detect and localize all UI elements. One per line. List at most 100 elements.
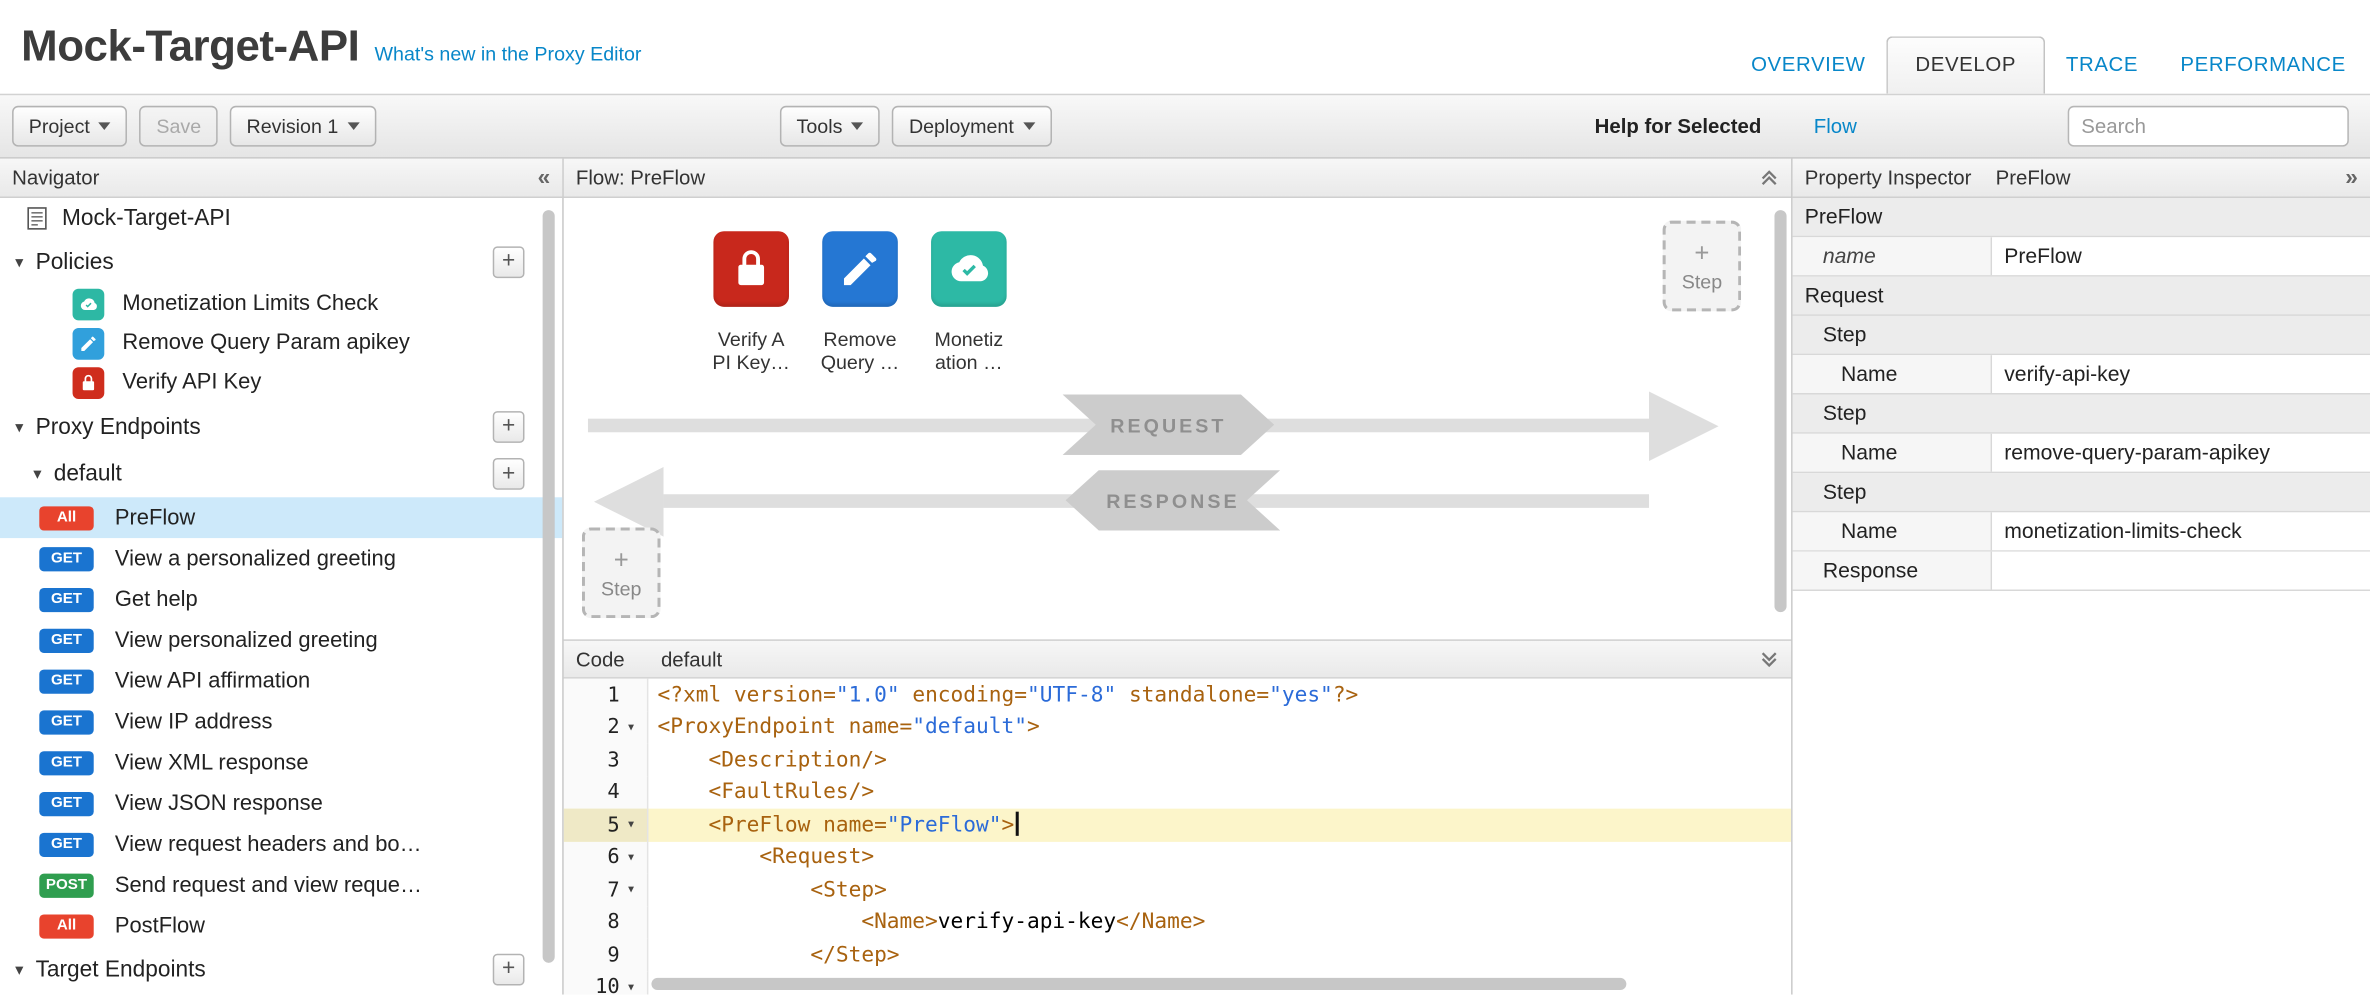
flow-item[interactable]: GETView request headers and bo… — [0, 824, 562, 865]
fold-caret-icon[interactable]: ▾ — [623, 979, 640, 994]
collapse-code-panel-icon[interactable] — [1759, 650, 1779, 670]
flow-item[interactable]: GETView a personalized greeting — [0, 538, 562, 579]
inspector-property-label: Name — [1793, 434, 1993, 472]
inspector-property-label: Name — [1793, 355, 1993, 393]
code-line[interactable]: 4 <FaultRules/> — [564, 776, 1791, 808]
save-button[interactable]: Save — [140, 106, 218, 147]
code-horizontal-scrollbar[interactable] — [651, 978, 1626, 990]
inspector-property-value[interactable]: verify-api-key — [1992, 355, 2370, 393]
collapse-caret-icon[interactable]: ▾ — [15, 416, 23, 436]
policy-item[interactable]: Monetization Limits Check — [0, 284, 562, 323]
code-line[interactable]: 2▾<ProxyEndpoint name="default"> — [564, 711, 1791, 743]
policy-label: Remove Query Param apikey — [122, 331, 409, 355]
revision-button-label: Revision 1 — [247, 115, 339, 138]
code-line[interactable]: 3 <Description/> — [564, 744, 1791, 776]
fold-caret-icon[interactable]: ▾ — [623, 719, 640, 736]
collapse-caret-icon[interactable]: ▾ — [33, 464, 41, 484]
flow-item[interactable]: GETView XML response — [0, 742, 562, 783]
flow-item-label: PreFlow — [115, 506, 195, 530]
help-flow-link[interactable]: Flow — [1814, 115, 1857, 138]
text-cursor — [1016, 812, 1018, 836]
inspector-property-value[interactable]: PreFlow — [1992, 237, 2370, 275]
flow-scrollbar[interactable] — [1774, 210, 1786, 612]
policies-section[interactable]: ▾ Policies + — [0, 239, 562, 284]
tools-button[interactable]: Tools — [780, 106, 880, 147]
flow-item[interactable]: GETView API affirmation — [0, 661, 562, 702]
inspector-property-value[interactable] — [1992, 552, 2370, 590]
proxy-endpoints-label: Proxy Endpoints — [36, 413, 201, 439]
lock-icon — [713, 231, 789, 307]
flow-step[interactable]: Remove Query … — [812, 231, 909, 374]
flow-step[interactable]: Verify A PI Key… — [703, 231, 800, 374]
expand-inspector-button[interactable]: » — [2345, 165, 2358, 191]
collapse-caret-icon[interactable]: ▾ — [15, 959, 23, 979]
proxy-root-item[interactable]: Mock-Target-API — [0, 198, 562, 239]
inspector-property-value[interactable]: monetization-limits-check — [1992, 512, 2370, 550]
inspector-group-row: PreFlow — [1793, 198, 2370, 237]
policy-item[interactable]: Verify API Key — [0, 363, 562, 402]
toolbar: Project Save Revision 1 Tools Deployment… — [0, 94, 2370, 159]
inspector-group-row: Step — [1793, 394, 2370, 433]
tab-performance[interactable]: PERFORMANCE — [2159, 38, 2367, 94]
flow-item[interactable]: AllPreFlow — [0, 497, 562, 538]
code-line[interactable]: 6▾ <Request> — [564, 841, 1791, 873]
target-endpoints-label: Target Endpoints — [36, 956, 206, 982]
code-line[interactable]: 5▾ <PreFlow name="PreFlow"> — [564, 809, 1791, 841]
add-flow-button[interactable]: + — [493, 458, 525, 490]
collapse-flow-panel-icon[interactable] — [1759, 168, 1779, 188]
code-editor[interactable]: 1<?xml version="1.0" encoding="UTF-8" st… — [564, 679, 1791, 995]
add-policy-button[interactable]: + — [493, 246, 525, 278]
flow-item[interactable]: POSTSend request and view reque… — [0, 865, 562, 906]
lock-icon — [73, 367, 105, 399]
revision-button[interactable]: Revision 1 — [230, 106, 376, 147]
inspector-property-value[interactable]: remove-query-param-apikey — [1992, 434, 2370, 472]
flow-canvas[interactable]: Verify A PI Key…Remove Query …Monetiz at… — [564, 198, 1791, 639]
code-line-text: <Name>verify-api-key</Name> — [648, 910, 1205, 934]
flow-step-label: Monetiz ation … — [920, 328, 1017, 374]
code-line[interactable]: 9 </Step> — [564, 939, 1791, 971]
fold-caret-icon[interactable]: ▾ — [623, 849, 640, 866]
whats-new-link[interactable]: What's new in the Proxy Editor — [374, 42, 641, 65]
add-step-response-button[interactable]: + Step — [582, 528, 661, 619]
code-line[interactable]: 1<?xml version="1.0" encoding="UTF-8" st… — [564, 679, 1791, 711]
plus-icon: + — [1694, 240, 1709, 266]
proxy-editor-app: Mock-Target-API What's new in the Proxy … — [0, 0, 2370, 996]
add-step-label: Step — [1682, 270, 1722, 293]
flow-item[interactable]: GETView JSON response — [0, 783, 562, 824]
proxy-endpoints-section[interactable]: ▾ Proxy Endpoints + — [0, 402, 562, 450]
code-line-text: <Step> — [648, 878, 886, 902]
flow-step[interactable]: Monetiz ation … — [920, 231, 1017, 374]
add-proxy-endpoint-button[interactable]: + — [493, 410, 525, 442]
method-badge: GET — [39, 546, 93, 570]
tab-develop[interactable]: DEVELOP — [1887, 36, 2045, 93]
main-tabs: OVERVIEW DEVELOP TRACE PERFORMANCE — [1730, 36, 2367, 93]
line-number: 5▾ — [564, 809, 649, 841]
flow-item-label: View XML response — [115, 750, 309, 774]
add-target-endpoint-button[interactable]: + — [493, 953, 525, 985]
code-line[interactable]: 7▾ <Step> — [564, 874, 1791, 906]
navigator-scrollbar[interactable] — [543, 210, 555, 963]
project-button[interactable]: Project — [12, 106, 128, 147]
collapse-caret-icon[interactable]: ▾ — [15, 252, 23, 272]
flow-item[interactable]: AllPostFlow — [0, 905, 562, 946]
endpoint-default-item[interactable]: ▾ default + — [0, 450, 562, 497]
tab-overview[interactable]: OVERVIEW — [1730, 38, 1887, 94]
flow-item[interactable]: GETView IP address — [0, 701, 562, 742]
search-input[interactable] — [2068, 106, 2349, 147]
chevron-down-icon — [1023, 122, 1035, 130]
collapse-navigator-button[interactable]: « — [538, 165, 551, 191]
tab-trace[interactable]: TRACE — [2045, 38, 2160, 94]
code-line[interactable]: 8 <Name>verify-api-key</Name> — [564, 906, 1791, 938]
fold-caret-icon[interactable]: ▾ — [623, 882, 640, 899]
target-endpoints-section[interactable]: ▾ Target Endpoints + — [0, 946, 562, 991]
deployment-button[interactable]: Deployment — [892, 106, 1051, 147]
policy-item[interactable]: Remove Query Param apikey — [0, 323, 562, 362]
navigator-title: Navigator — [12, 166, 99, 189]
flow-item[interactable]: GETGet help — [0, 579, 562, 620]
add-step-request-button[interactable]: + Step — [1663, 221, 1742, 312]
policy-label: Monetization Limits Check — [122, 292, 378, 316]
fold-caret-icon[interactable]: ▾ — [623, 817, 640, 834]
line-number: 7▾ — [564, 874, 649, 906]
flow-item[interactable]: GETView personalized greeting — [0, 620, 562, 661]
inspector-property-label: Name — [1793, 512, 1993, 550]
